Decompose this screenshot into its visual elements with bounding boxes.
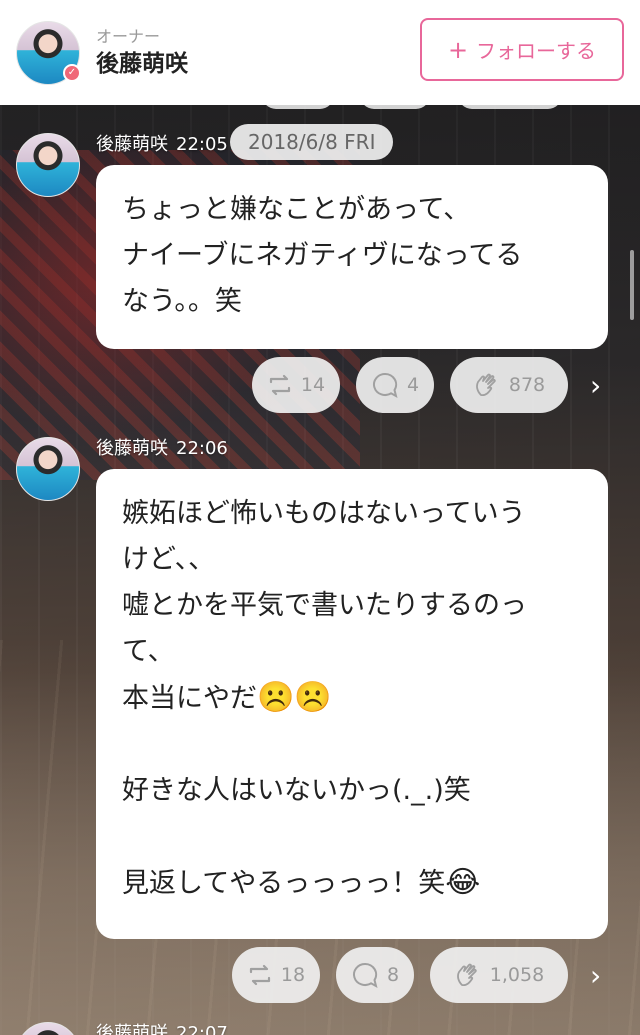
message-text: 見返してやるっっっっ！笑 (122, 868, 446, 899)
post-author: 後藤萌咲 (96, 1023, 168, 1035)
message-text: 本当にやだ (122, 683, 257, 714)
post-actions: 18 8 1,058 › (232, 947, 601, 1003)
laugh-emoji: 😂 (445, 865, 481, 900)
clap-button[interactable]: 1,058 (430, 947, 568, 1003)
owner-header: ✓ オーナー 後藤萌咲 + フォローする (0, 0, 640, 105)
retweet-count: 18 (280, 964, 306, 986)
clap-icon (456, 963, 477, 987)
comment-count: 8 (386, 964, 400, 986)
frown-emoji: ☹️ (257, 680, 295, 715)
retweet-count: 14 (300, 374, 326, 396)
message-line (122, 814, 582, 860)
comment-count: 4 (406, 374, 420, 396)
message-line: なう。。笑 (122, 286, 242, 317)
owner-role-label: オーナー (96, 26, 161, 46)
retweet-icon (269, 374, 291, 396)
message-line: 好きな人はいないかっ(._.)笑 (122, 775, 471, 806)
comment-button[interactable]: 4 (356, 357, 434, 413)
post-time: 22:07 (176, 1023, 228, 1035)
comment-icon (352, 962, 378, 988)
post-time: 22:06 (176, 438, 228, 459)
follow-button-label: フォローする (476, 39, 597, 63)
message-line: けど、、 (122, 544, 216, 575)
date-pill: 2018/6/8 FRI (230, 124, 394, 160)
clap-button[interactable]: 878 (450, 357, 568, 413)
post-meta: 後藤萌咲 22:06 (96, 437, 228, 461)
retweet-button[interactable]: 18 (232, 947, 320, 1003)
message-line: て、 (122, 636, 175, 667)
post-actions: 14 4 878 › (252, 357, 601, 413)
comment-icon (372, 372, 398, 398)
post-card: 後藤萌咲 22:07 (0, 1022, 640, 1035)
post-time: 22:05 (176, 134, 228, 155)
follow-button[interactable]: + フォローする (420, 18, 624, 81)
message-line: 見返してやるっっっっ！笑😂 (122, 860, 582, 907)
post-meta: 後藤萌咲 22:05 (96, 133, 228, 157)
frown-emoji: ☹️ (294, 680, 332, 715)
author-avatar[interactable] (16, 1022, 80, 1035)
retweet-button[interactable]: 14 (252, 357, 340, 413)
clap-icon (475, 373, 496, 397)
verified-check-icon: ✓ (63, 63, 81, 82)
message-line (122, 722, 582, 768)
owner-avatar[interactable]: ✓ (16, 20, 81, 85)
post-meta: 後藤萌咲 22:07 (96, 1022, 228, 1035)
message-bubble: 嫉妬ほど怖いものはないっていう けど、、 嘘とかを平気で書いたりするのっ て、 … (96, 469, 608, 939)
post-author: 後藤萌咲 (96, 438, 168, 459)
message-line: 嫉妬ほど怖いものはないっていう (122, 498, 526, 529)
clap-count: 1,058 (489, 964, 545, 986)
owner-info: オーナー 後藤萌咲 (96, 27, 188, 79)
post-author: 後藤萌咲 (96, 134, 168, 155)
message-line: ちょっと嫌なことがあって、 (122, 194, 471, 225)
owner-name: 後藤萌咲 (96, 50, 188, 77)
clap-count: 878 (508, 374, 546, 396)
retweet-icon (249, 964, 271, 986)
chevron-right-icon[interactable]: › (590, 959, 601, 992)
comment-button[interactable]: 8 (336, 947, 414, 1003)
plus-icon: + (447, 35, 469, 64)
post-card: 後藤萌咲 22:06 嫉妬ほど怖いものはないっていう けど、、 嘘とかを平気で書い… (0, 437, 640, 1007)
chevron-right-icon[interactable]: › (590, 369, 601, 402)
post-card: 後藤萌咲 22:05 ちょっと嫌なことがあって、 ナイーブにネガティヴになってる … (0, 133, 640, 423)
author-avatar[interactable] (16, 437, 80, 501)
message-line: 嘘とかを平気で書いたりするのっ (122, 590, 527, 621)
message-bubble: ちょっと嫌なことがあって、 ナイーブにネガティヴになってる なう。。笑 (96, 165, 608, 349)
author-avatar[interactable] (16, 133, 80, 197)
message-line: 本当にやだ☹️☹️ (122, 675, 582, 722)
message-line: ナイーブにネガティヴになってる (122, 240, 523, 271)
